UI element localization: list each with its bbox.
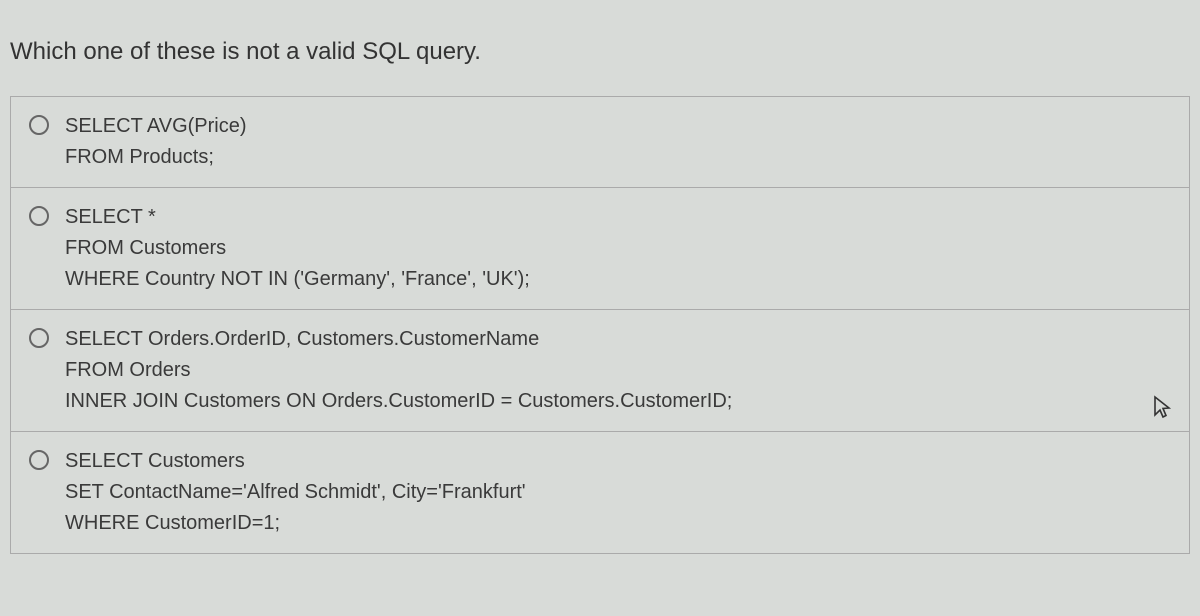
option-3[interactable]: SELECT Orders.OrderID, Customers.Custome… [11, 310, 1189, 432]
cursor-icon [1152, 395, 1172, 421]
option-text: SELECT AVG(Price) FROM Products; [65, 111, 247, 173]
option-line: FROM Products; [65, 142, 247, 173]
quiz-container: Which one of these is not a valid SQL qu… [0, 0, 1200, 616]
option-4[interactable]: SELECT Customers SET ContactName='Alfred… [11, 432, 1189, 553]
option-line: INNER JOIN Customers ON Orders.CustomerI… [65, 386, 732, 417]
option-line: SELECT AVG(Price) [65, 111, 247, 142]
option-line: SET ContactName='Alfred Schmidt', City='… [65, 477, 526, 508]
option-line: SELECT * [65, 202, 530, 233]
radio-button[interactable] [29, 206, 49, 226]
option-line: SELECT Customers [65, 446, 526, 477]
radio-button[interactable] [29, 450, 49, 470]
radio-button[interactable] [29, 115, 49, 135]
option-line: FROM Orders [65, 355, 732, 386]
option-text: SELECT Orders.OrderID, Customers.Custome… [65, 324, 732, 417]
option-text: SELECT Customers SET ContactName='Alfred… [65, 446, 526, 539]
option-1[interactable]: SELECT AVG(Price) FROM Products; [11, 97, 1189, 188]
option-line: WHERE CustomerID=1; [65, 508, 526, 539]
options-list: SELECT AVG(Price) FROM Products; SELECT … [10, 96, 1190, 554]
option-line: FROM Customers [65, 233, 530, 264]
radio-button[interactable] [29, 328, 49, 348]
option-line: WHERE Country NOT IN ('Germany', 'France… [65, 264, 530, 295]
question-prompt: Which one of these is not a valid SQL qu… [0, 0, 1200, 96]
option-line: SELECT Orders.OrderID, Customers.Custome… [65, 324, 732, 355]
option-2[interactable]: SELECT * FROM Customers WHERE Country NO… [11, 188, 1189, 310]
option-text: SELECT * FROM Customers WHERE Country NO… [65, 202, 530, 295]
